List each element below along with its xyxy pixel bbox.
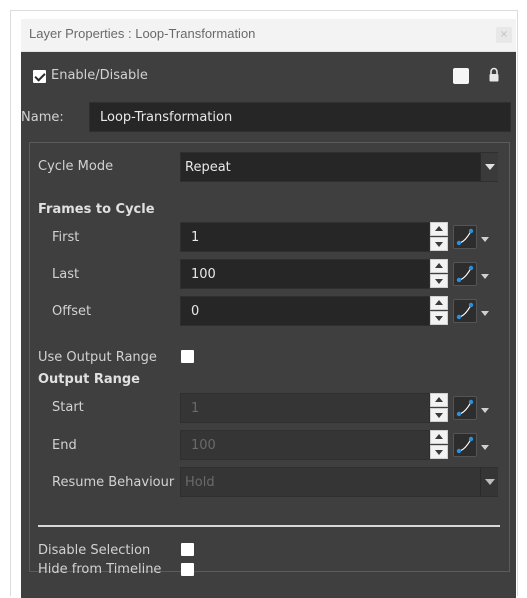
offset-label: Offset (52, 304, 92, 319)
end-input[interactable]: 100 (180, 430, 430, 460)
resume-behaviour-select[interactable]: Hold (180, 467, 498, 497)
spin-up-icon[interactable] (430, 430, 448, 444)
disable-selection-label: Disable Selection (38, 543, 151, 558)
cycle-mode-label: Cycle Mode (38, 159, 114, 174)
offset-input[interactable]: 0 (180, 296, 430, 326)
spin-up-icon[interactable] (430, 259, 448, 273)
spin-down-icon[interactable] (430, 408, 448, 422)
spin-down-icon[interactable] (430, 274, 448, 288)
last-function-button[interactable] (453, 262, 477, 286)
offset-function-menu-chevron-icon[interactable] (481, 309, 491, 319)
layer-properties-panel: Enable/Disable Name: Loop-Transformation… (21, 52, 516, 598)
spin-down-icon[interactable] (430, 311, 448, 325)
spin-up-icon[interactable] (430, 393, 448, 407)
hide-from-timeline-label: Hide from Timeline (38, 562, 162, 577)
end-label: End (52, 438, 77, 453)
section-divider (38, 525, 500, 527)
name-input[interactable]: Loop-Transformation (89, 102, 511, 132)
disable-selection-checkbox[interactable] (181, 543, 194, 556)
last-input[interactable]: 100 (180, 259, 430, 289)
first-input[interactable]: 1 (180, 222, 430, 252)
function-curve-icon (456, 265, 474, 283)
close-icon[interactable]: × (496, 27, 512, 43)
first-function-menu-chevron-icon[interactable] (481, 235, 491, 245)
spin-up-icon[interactable] (430, 222, 448, 236)
hide-from-timeline-checkbox[interactable] (181, 563, 194, 576)
function-curve-icon (456, 302, 474, 320)
function-curve-icon (456, 436, 474, 454)
chevron-down-icon[interactable] (480, 153, 498, 181)
enable-label: Enable/Disable (51, 68, 148, 83)
use-output-range-label: Use Output Range (38, 350, 157, 365)
start-function-menu-chevron-icon[interactable] (481, 406, 491, 416)
title-bar: Layer Properties : Loop-Transformation × (21, 19, 516, 52)
resume-behaviour-value: Hold (185, 474, 215, 490)
function-curve-icon (456, 228, 474, 246)
start-input[interactable]: 1 (180, 393, 430, 423)
use-output-range-checkbox[interactable] (181, 350, 194, 363)
enable-checkbox[interactable] (33, 70, 46, 83)
first-spinner[interactable] (430, 222, 448, 252)
output-range-heading: Output Range (38, 372, 140, 387)
offset-spinner[interactable] (430, 296, 448, 326)
chevron-down-icon[interactable] (480, 468, 498, 496)
cycle-mode-select[interactable]: Repeat (180, 152, 498, 182)
offset-function-button[interactable] (453, 299, 477, 323)
first-function-button[interactable] (453, 225, 477, 249)
end-function-button[interactable] (453, 433, 477, 457)
last-function-menu-chevron-icon[interactable] (481, 272, 491, 282)
end-function-menu-chevron-icon[interactable] (481, 443, 491, 453)
function-curve-icon (456, 399, 474, 417)
last-spinner[interactable] (430, 259, 448, 289)
window-title: Layer Properties : Loop-Transformation (29, 26, 256, 41)
name-label: Name: (21, 110, 64, 125)
start-spinner[interactable] (430, 393, 448, 423)
start-label: Start (52, 400, 84, 415)
color-swatch-icon[interactable] (453, 68, 469, 84)
first-label: First (52, 230, 80, 245)
cycle-mode-value: Repeat (185, 159, 231, 175)
last-label: Last (52, 267, 80, 282)
end-spinner[interactable] (430, 430, 448, 460)
spin-up-icon[interactable] (430, 296, 448, 310)
lock-icon[interactable] (488, 67, 500, 83)
start-function-button[interactable] (453, 396, 477, 420)
resume-behaviour-label: Resume Behaviour (52, 475, 175, 490)
spin-down-icon[interactable] (430, 445, 448, 459)
spin-down-icon[interactable] (430, 237, 448, 251)
frames-to-cycle-heading: Frames to Cycle (38, 202, 155, 217)
